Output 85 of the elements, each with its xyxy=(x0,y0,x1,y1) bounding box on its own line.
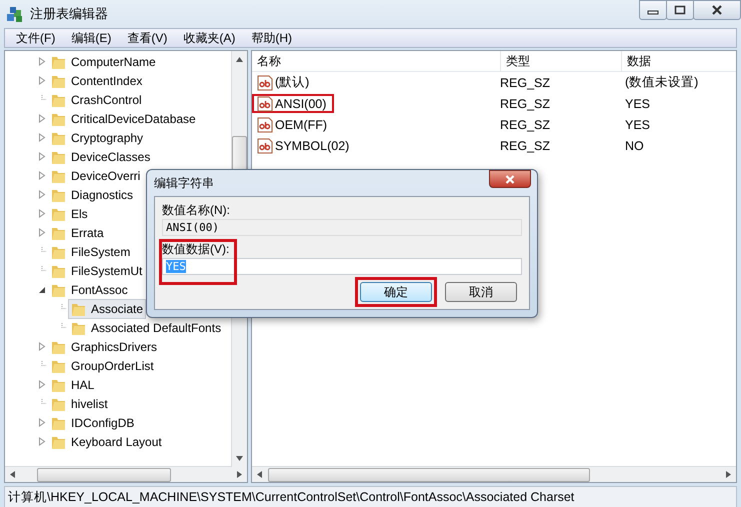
tree-item[interactable]: FontAssoc xyxy=(48,280,131,300)
tree-item[interactable]: Diagnostics xyxy=(48,184,136,204)
maximize-icon xyxy=(674,5,686,15)
tree-item[interactable]: DeviceOverri xyxy=(48,166,144,186)
column-header[interactable]: 数据 xyxy=(622,51,736,71)
expand-arrow-icon xyxy=(38,57,46,66)
tree-item[interactable]: Keyboard Layout xyxy=(48,432,165,452)
table-cell-text: REG_SZ xyxy=(500,74,552,92)
expand-arrow-icon xyxy=(38,437,46,446)
scroll-right-icon xyxy=(237,471,242,478)
ok-button[interactable]: 确定 xyxy=(360,282,432,302)
scroll-left-icon xyxy=(257,471,262,478)
table-cell[interactable]: SYMBOL(02) xyxy=(252,136,358,155)
maximize-button[interactable] xyxy=(666,0,694,20)
field-label: 数值名称(N): xyxy=(162,202,231,219)
column-header[interactable]: 类型 xyxy=(501,51,622,71)
expand-arrow-icon xyxy=(38,171,46,180)
string-value-icon xyxy=(257,74,273,90)
expand-arrow-icon xyxy=(38,114,46,123)
minimize-button[interactable] xyxy=(639,0,667,20)
string-value-icon xyxy=(257,96,273,112)
close-icon xyxy=(711,5,723,15)
input-field: ANSI(00) xyxy=(162,219,522,236)
expand-arrow-icon xyxy=(38,133,46,142)
scroll-up-icon xyxy=(236,57,243,62)
tree-item[interactable]: Errata xyxy=(48,222,107,242)
tree-item[interactable]: Associated DefaultFonts xyxy=(68,318,224,338)
string-value-icon xyxy=(257,138,273,154)
cancel-button[interactable]: 取消 xyxy=(445,282,517,302)
table-cell[interactable]: OEM(FF) xyxy=(252,115,336,134)
dialog-title: 编辑字符串 xyxy=(154,174,214,192)
tree-item[interactable]: FileSystemUt xyxy=(48,260,146,280)
tree-item[interactable]: hivelist xyxy=(48,394,111,414)
status-path: 计算机\HKEY_LOCAL_MACHINE\SYSTEM\CurrentControlSet\Control\FontAssoc\Associated Charset xyxy=(8,488,574,506)
expand-arrow-icon xyxy=(38,380,46,389)
menu-item[interactable]: 文件(F) xyxy=(9,30,62,46)
table-cell[interactable]: ANSI(00) xyxy=(252,94,334,113)
menu-item[interactable]: 编辑(E) xyxy=(64,30,118,46)
expand-arrow-icon xyxy=(38,209,46,218)
horizontal-scrollbar[interactable] xyxy=(5,466,247,482)
scroll-down-icon xyxy=(236,456,243,461)
registry-cubes-icon xyxy=(6,5,24,23)
close-button[interactable] xyxy=(693,0,741,20)
expand-arrow-icon xyxy=(38,152,46,161)
tree-item[interactable]: DeviceClasses xyxy=(48,146,154,166)
expand-arrow-icon xyxy=(38,342,46,351)
scroll-thumb[interactable] xyxy=(268,468,590,482)
menu-item[interactable]: 帮助(H) xyxy=(244,30,299,46)
tree-item[interactable]: ComputerName xyxy=(48,52,159,72)
table-cell-text: NO xyxy=(624,138,644,154)
menu-item[interactable]: 收藏夹(A) xyxy=(176,30,242,46)
close-button[interactable] xyxy=(489,170,531,188)
horizontal-scrollbar[interactable] xyxy=(252,466,736,482)
tree-item[interactable]: ContentIndex xyxy=(48,70,146,90)
expand-arrow-icon xyxy=(38,418,46,427)
table-cell-text: YES xyxy=(624,116,650,134)
table-cell-text: REG_SZ xyxy=(500,138,552,154)
tree-item[interactable]: FileSystem xyxy=(48,242,134,262)
scroll-right-icon xyxy=(726,471,731,478)
table-cell-text: REG_SZ xyxy=(500,96,552,112)
table-cell-text: YES xyxy=(624,96,650,112)
tree-item[interactable]: Associate xyxy=(68,298,146,318)
string-value-icon xyxy=(257,116,273,132)
table-cell-text: REG_SZ xyxy=(500,116,552,134)
collapse-arrow-icon xyxy=(38,285,46,294)
tree-item[interactable]: HAL xyxy=(48,374,98,394)
menu-item[interactable]: 查看(V) xyxy=(120,30,174,46)
tree-item[interactable]: GraphicsDrivers xyxy=(48,336,160,356)
window-title: 注册表编辑器 xyxy=(30,5,108,23)
tree-item[interactable]: CrashControl xyxy=(48,90,145,110)
table-cell[interactable]: (默认) xyxy=(252,73,318,92)
expand-arrow-icon xyxy=(38,190,46,199)
tree-item[interactable]: Cryptography xyxy=(48,128,146,148)
field-label: 数值数据(V): xyxy=(162,241,230,258)
close-icon xyxy=(505,174,515,184)
scroll-thumb[interactable] xyxy=(37,468,171,482)
expand-arrow-icon xyxy=(38,76,46,85)
tree-item[interactable]: IDConfigDB xyxy=(48,412,138,432)
tree-item[interactable]: CriticalDeviceDatabase xyxy=(48,108,199,128)
column-header[interactable]: 名称 xyxy=(252,51,501,71)
table-cell-text: (数值未设置) xyxy=(624,74,698,91)
expand-arrow-icon xyxy=(38,228,46,237)
tree-item[interactable]: Els xyxy=(48,204,91,224)
tree-item[interactable]: GroupOrderList xyxy=(48,356,157,376)
scroll-left-icon xyxy=(10,471,15,478)
